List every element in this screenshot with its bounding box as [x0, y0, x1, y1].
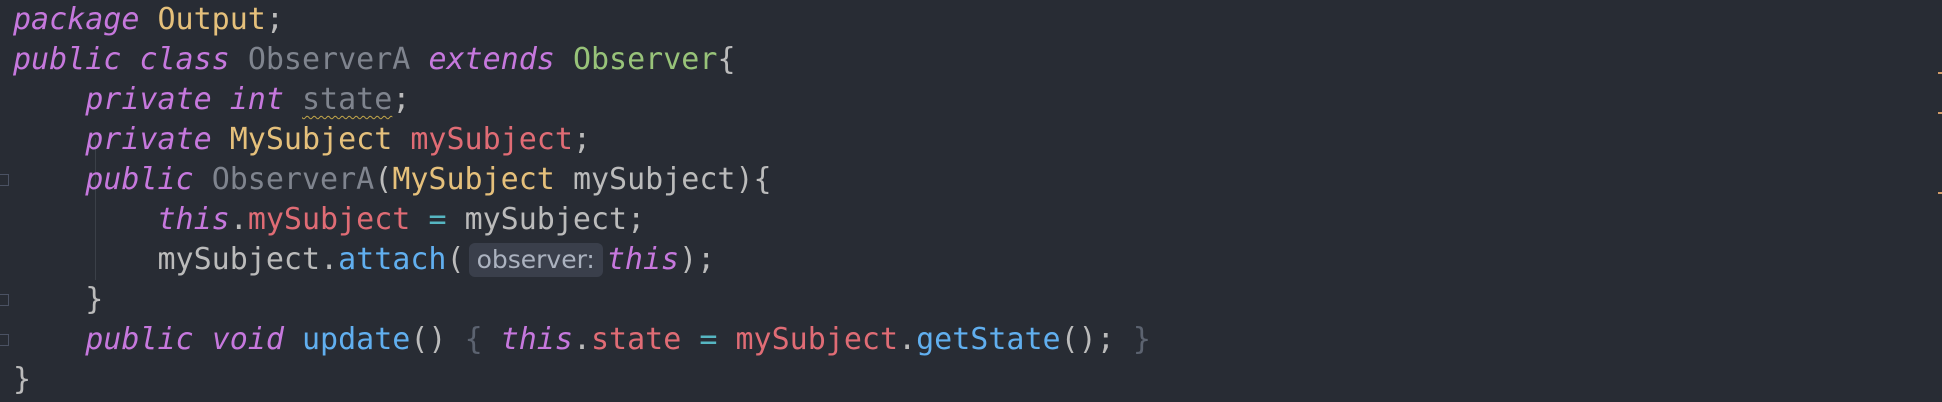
keyword-void: void [211, 322, 284, 357]
keyword-extends: extends [428, 42, 555, 77]
parens: () [410, 322, 447, 357]
keyword-this: this [606, 242, 680, 277]
code-line-7[interactable]: mySubject.attach(observer: this); [13, 240, 715, 280]
parent-class: Observer [572, 42, 718, 77]
paren-close-brace: ){ [735, 162, 772, 197]
keyword-private: private [85, 82, 212, 117]
keyword-this: this [500, 322, 573, 357]
semicolon: ; [572, 122, 591, 157]
keyword-public: public [85, 162, 194, 197]
paren-open: ( [446, 242, 465, 277]
field-name: mySubject [410, 122, 573, 157]
code-line-3[interactable]: private int state; [13, 80, 410, 120]
fold-marker[interactable] [0, 334, 9, 346]
keyword-class: class [139, 42, 230, 77]
dot: . [229, 202, 248, 237]
keyword-public: public [13, 42, 122, 77]
unused-field-state: state [302, 82, 393, 117]
open-brace: { [717, 42, 736, 77]
semicolon: ; [265, 2, 284, 37]
code-line-6[interactable]: this.mySubject = mySubject; [13, 200, 646, 240]
code-line-8[interactable]: } [13, 280, 103, 320]
method-call: getState [916, 322, 1061, 357]
param-name: mySubject [572, 162, 736, 197]
method-call: attach [338, 242, 447, 277]
fold-marker[interactable] [0, 174, 9, 186]
paren-close: ); [679, 242, 716, 277]
keyword-private: private [85, 122, 212, 157]
receiver: mySubject [157, 242, 321, 277]
code-line-5[interactable]: public ObserverA(MySubject mySubject){ [13, 160, 772, 200]
param-type: MySubject [392, 162, 555, 197]
semicolon: ; [627, 202, 646, 237]
type-name: MySubject [229, 122, 393, 157]
code-line-1[interactable]: package Output; [13, 0, 284, 40]
close-brace: } [13, 362, 32, 397]
assign-operator: = [699, 322, 718, 357]
dot: . [320, 242, 339, 277]
semicolon: ; [392, 82, 411, 117]
keyword-this: this [157, 202, 230, 237]
keyword-package: package [13, 2, 140, 37]
parameter-hint: observer: [468, 243, 603, 277]
fold-marker[interactable] [0, 294, 9, 306]
code-line-4[interactable]: private MySubject mySubject; [13, 120, 591, 160]
dot: . [572, 322, 591, 357]
assign-operator: = [428, 202, 447, 237]
folded-brace-close: } [1132, 322, 1151, 357]
scrollbar-marker[interactable] [1938, 192, 1942, 194]
keyword-int: int [229, 82, 284, 117]
scrollbar-marker[interactable] [1938, 112, 1942, 114]
field-ref: mySubject [247, 202, 411, 237]
constructor-name: ObserverA [211, 162, 375, 197]
code-line-10[interactable]: } [13, 360, 31, 400]
method-name: update [302, 322, 411, 357]
package-name: Output [157, 2, 266, 37]
keyword-public: public [85, 322, 194, 357]
code-line-2[interactable]: public class ObserverA extends Observer{ [13, 40, 736, 80]
scrollbar-marker[interactable] [1938, 72, 1942, 74]
dot: . [898, 322, 917, 357]
call-close: (); [1060, 322, 1115, 357]
folded-brace-open: { [464, 322, 483, 357]
class-name: ObserverA [247, 42, 411, 77]
paren-open: ( [374, 162, 393, 197]
variable-ref: mySubject [464, 202, 628, 237]
receiver: mySubject [735, 322, 899, 357]
field-ref: state [591, 322, 682, 357]
code-editor[interactable]: package Output; public class ObserverA e… [0, 0, 1942, 402]
code-line-9[interactable]: public void update() { this.state = mySu… [13, 320, 1151, 360]
close-brace: } [85, 282, 104, 317]
